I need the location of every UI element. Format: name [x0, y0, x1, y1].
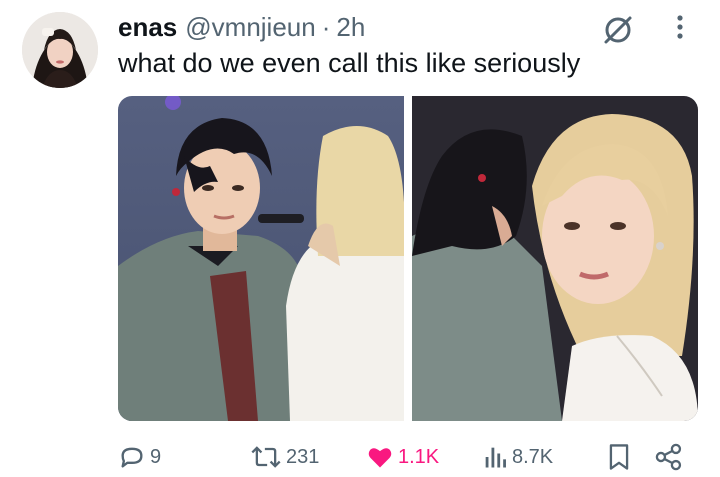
views-count: 8.7K	[512, 445, 554, 468]
display-name[interactable]: enas	[118, 12, 177, 43]
reply-button[interactable]: 9	[118, 443, 161, 471]
retweet-button[interactable]: 231	[250, 443, 319, 471]
tweet-card: enas @vmnjieun · 2h what do we even call…	[0, 0, 720, 477]
like-count: 1.1K	[398, 445, 440, 468]
timestamp[interactable]: 2h	[336, 12, 365, 43]
views-button[interactable]: 8.7K	[482, 443, 553, 471]
separator-dot: ·	[321, 11, 331, 42]
tweet-media	[118, 96, 698, 421]
retweet-icon	[250, 443, 282, 471]
photo-right[interactable]	[412, 96, 698, 421]
more-icon[interactable]	[670, 10, 690, 44]
share-button[interactable]	[654, 442, 684, 472]
grok-icon[interactable]	[600, 12, 636, 48]
tweet-text: what do we even call this like seriously	[118, 48, 581, 78]
share-icon	[654, 442, 684, 472]
retweet-count: 231	[286, 445, 320, 468]
user-handle[interactable]: @vmnjieun	[185, 12, 315, 43]
bookmark-icon	[606, 442, 632, 472]
like-button[interactable]: 1.1K	[366, 443, 439, 471]
views-icon	[482, 443, 508, 471]
tweet-header: enas @vmnjieun · 2h	[118, 12, 365, 42]
photo-left[interactable]	[118, 96, 404, 421]
bookmark-button[interactable]	[606, 442, 632, 472]
heart-icon	[366, 443, 394, 471]
reply-count: 9	[150, 445, 162, 468]
reply-icon	[118, 443, 146, 471]
action-bar: 9 231 1.1K 8.7K	[116, 440, 696, 474]
avatar[interactable]	[22, 12, 98, 88]
